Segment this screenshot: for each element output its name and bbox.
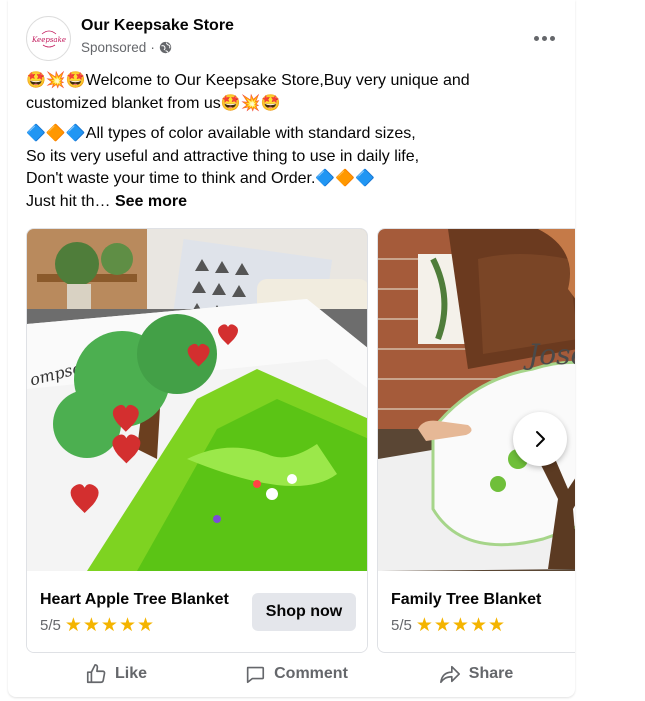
message-line: So its very useful and attractive thing …	[26, 147, 420, 165]
star-rating-icon: ★★★★★	[415, 614, 507, 636]
message-line-last: Just hit th… See more	[26, 191, 566, 214]
globe-icon	[159, 41, 172, 54]
post-header: Keepsake Our Keepsake Store Sponsored ·	[26, 16, 566, 61]
post-message: 🤩💥🤩Welcome to Our Keepsake Store,Buy ver…	[26, 70, 566, 221]
card-footer: Heart Apple Tree Blanket 5/5 ★★★★★ Shop …	[27, 571, 367, 652]
product-title[interactable]: Family Tree Blanket	[391, 591, 541, 609]
page-avatar[interactable]: Keepsake	[26, 16, 71, 61]
card-footer: Family Tree Blanket 5/5 ★★★★★	[378, 571, 575, 652]
share-arrow-icon	[439, 665, 460, 684]
like-button[interactable]: Like	[26, 655, 206, 693]
like-label: Like	[114, 665, 147, 682]
share-button[interactable]: Share	[386, 655, 566, 693]
blanket-text: Joseph	[523, 338, 575, 371]
message-paragraph-2: 🔷🔶🔷All types of color available with sta…	[26, 123, 566, 213]
shop-now-button[interactable]: Shop now	[252, 593, 356, 631]
comment-button[interactable]: Comment	[206, 655, 386, 693]
feed-post: Keepsake Our Keepsake Store Sponsored · …	[8, 0, 575, 697]
more-dot	[541, 35, 547, 41]
product-title[interactable]: Heart Apple Tree Blanket	[40, 591, 229, 609]
product-image[interactable]: Joseph	[378, 229, 575, 571]
star-rating-icon: ★★★★★	[64, 614, 156, 636]
message-line: customized blanket from us🤩💥🤩	[26, 94, 281, 112]
product-carousel[interactable]: ompsons Family	[26, 228, 575, 653]
svg-text:Keepsake: Keepsake	[31, 36, 66, 44]
page-name[interactable]: Our Keepsake Store	[81, 17, 234, 35]
sponsored-text: Sponsored	[81, 40, 147, 55]
thumbs-up-icon	[86, 664, 106, 684]
message-line: 🤩💥🤩Welcome to Our Keepsake Store,Buy ver…	[26, 72, 470, 89]
comment-bubble-icon	[246, 666, 265, 684]
comment-label: Comment	[274, 665, 348, 682]
truncated-text: Just hit th…	[26, 192, 111, 210]
product-rating: 5/5 ★★★★★	[40, 614, 155, 636]
more-dot	[549, 35, 555, 41]
rating-value: 5/5	[391, 616, 412, 634]
message-line: 🔷🔶🔷All types of color available with sta…	[26, 125, 416, 142]
see-more-link[interactable]: See more	[115, 193, 187, 210]
message-line: Don't waste your time to think and Order…	[26, 170, 376, 187]
sponsored-label[interactable]: Sponsored ·	[81, 40, 172, 55]
more-horizontal-icon	[533, 35, 539, 41]
product-rating: 5/5 ★★★★★	[391, 614, 506, 636]
more-options-button[interactable]	[528, 24, 560, 52]
keepsake-logo-icon: Keepsake	[30, 20, 68, 58]
carousel-next-button[interactable]	[513, 412, 567, 466]
message-paragraph-1: 🤩💥🤩Welcome to Our Keepsake Store,Buy ver…	[26, 70, 566, 115]
sponsored-separator: ·	[150, 40, 155, 55]
post-actions: Like Comment Share	[26, 655, 566, 693]
product-image[interactable]: ompsons Family	[27, 229, 367, 571]
carousel-card[interactable]: ompsons Family	[26, 228, 368, 653]
rating-value: 5/5	[40, 616, 61, 634]
chevron-right-icon	[536, 431, 545, 447]
share-label: Share	[468, 665, 514, 682]
